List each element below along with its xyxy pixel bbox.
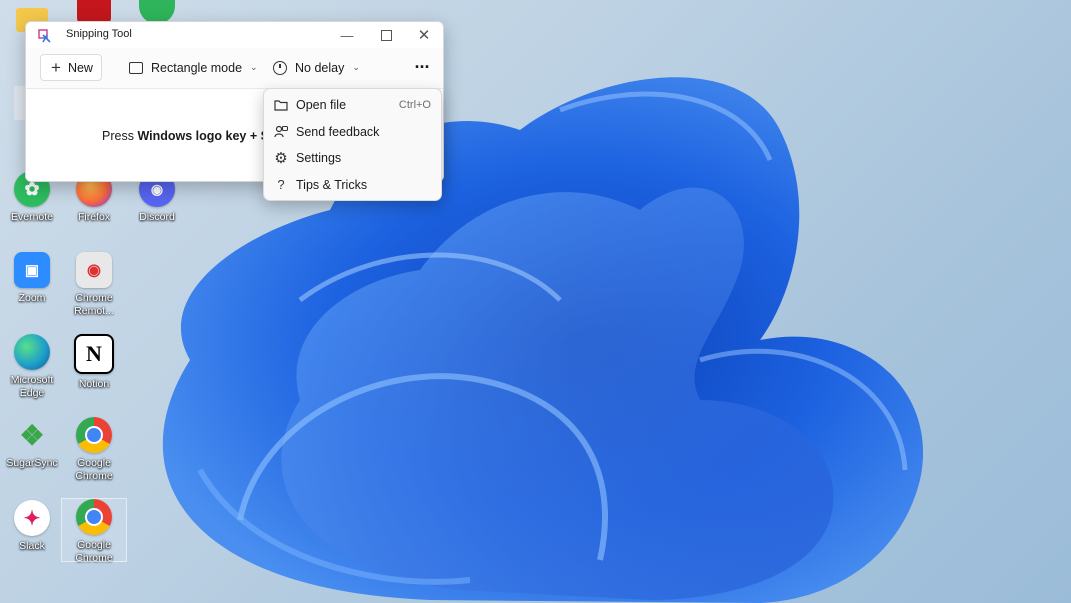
plus-icon: + [51, 57, 61, 77]
desktop-icon-chrome-remote[interactable]: ◉ Chrome Remot... [62, 252, 126, 318]
desktop-icon-label: Zoom [18, 292, 46, 304]
more-options-menu: Open file Ctrl+O Send feedback ⚙ Setting… [263, 88, 442, 201]
desktop-icon-label: Discord [139, 211, 175, 223]
menu-item-label: Send feedback [296, 124, 380, 139]
see-more-button[interactable]: ··· [408, 54, 436, 81]
rectangle-mode-icon [129, 61, 143, 74]
gear-icon: ⚙ [274, 150, 288, 167]
menu-item-shortcut: Ctrl+O [398, 99, 431, 112]
folder-icon [274, 98, 288, 112]
menu-item-label: Tips & Tricks [296, 177, 368, 192]
snipping-tool-icon [38, 29, 51, 43]
desktop-icon-label: Notion [78, 378, 110, 390]
chrome-icon [76, 499, 112, 535]
close-button[interactable]: ✕ [405, 22, 443, 48]
maximize-button[interactable] [367, 22, 405, 48]
snip-mode-label: Rectangle mode [151, 60, 243, 75]
desktop-icon-label: Google Chrome [75, 539, 113, 564]
desktop-icon-label: Firefox [77, 211, 111, 223]
clock-icon [273, 60, 287, 75]
notion-icon: N [74, 334, 114, 374]
title-bar[interactable]: Snipping Tool — ✕ [26, 22, 443, 48]
new-button-label: New [67, 60, 93, 75]
menu-item-tips-tricks[interactable]: ? Tips & Tricks [264, 172, 441, 199]
window-title: Snipping Tool [66, 28, 132, 40]
maximize-icon [380, 29, 392, 41]
desktop-icon-edge[interactable]: Microsoft Edge [0, 334, 64, 400]
desktop-icon-zoom[interactable]: ▣ Zoom [0, 252, 64, 305]
toolbar: + New Rectangle mode ⌄ No delay ⌄ ··· [26, 48, 443, 89]
desktop-icon-slack[interactable]: ✦ Slack [0, 500, 64, 553]
desktop-icon-label: Microsoft Edge [10, 374, 54, 399]
desktop-icon-label: Slack [19, 540, 45, 552]
chrome-icon [76, 417, 112, 453]
new-snip-button[interactable]: + New [40, 54, 102, 81]
edge-icon [14, 334, 50, 370]
chrome-remote-icon: ◉ [76, 252, 112, 288]
desktop-icon-label: SugarSync [6, 457, 58, 469]
delay-dropdown[interactable]: No delay ⌄ [273, 54, 360, 81]
menu-item-open-file[interactable]: Open file Ctrl+O [264, 92, 441, 119]
menu-item-label: Settings [296, 151, 342, 166]
desktop-icon-sugarsync[interactable]: ❖ SugarSync [0, 417, 64, 470]
slack-icon: ✦ [14, 500, 50, 536]
more-dots-icon: ··· [414, 57, 431, 77]
zoom-icon: ▣ [14, 252, 50, 288]
hint-prefix: Press [102, 129, 138, 143]
feedback-icon [274, 125, 288, 139]
menu-item-label: Open file [296, 98, 347, 113]
desktop-icon-label: Google Chrome [75, 457, 113, 482]
desktop-icon-google-chrome-selected[interactable]: Google Chrome [61, 498, 127, 564]
question-icon: ? [277, 177, 285, 192]
menu-item-send-feedback[interactable]: Send feedback [264, 119, 441, 146]
desktop-icon-notion[interactable]: N Notion [62, 334, 126, 391]
sugarsync-icon: ❖ [19, 419, 45, 451]
chevron-down-icon: ⌄ [250, 62, 258, 72]
chevron-down-icon: ⌄ [352, 62, 360, 72]
delay-label: No delay [295, 60, 345, 75]
desktop-icon-label: Evernote [10, 211, 54, 223]
snip-mode-dropdown[interactable]: Rectangle mode ⌄ [129, 54, 258, 81]
shortcut-hint: Press Windows logo key + Shif [102, 129, 284, 143]
menu-item-settings[interactable]: ⚙ Settings [264, 145, 441, 172]
minimize-button[interactable]: — [328, 22, 366, 48]
desktop-icon-label: Chrome Remot... [74, 292, 114, 317]
desktop-icon-google-chrome[interactable]: Google Chrome [62, 417, 126, 483]
